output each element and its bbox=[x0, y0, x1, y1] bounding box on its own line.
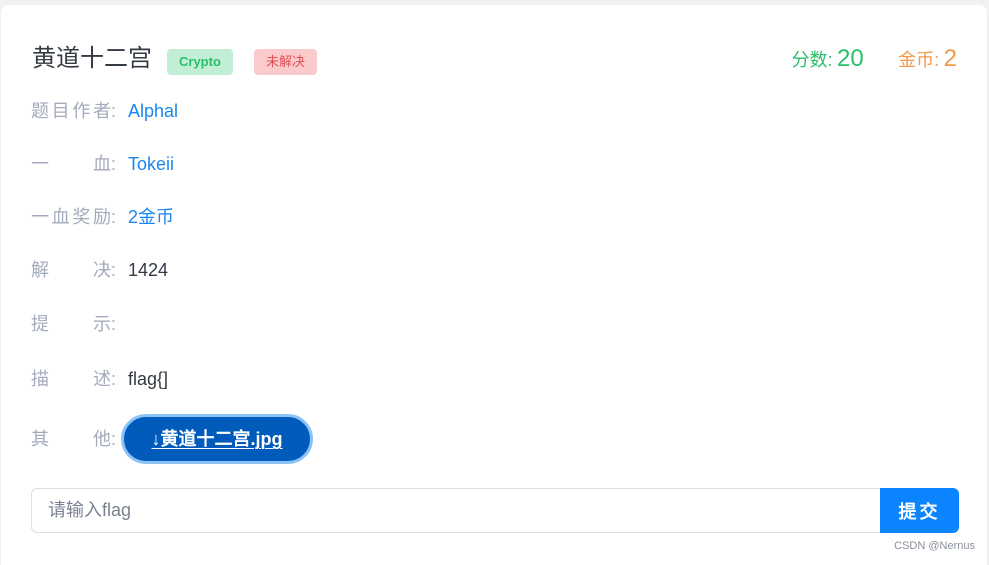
info-label: 描述 bbox=[31, 369, 111, 389]
challenge-card: 黄道十二宫 Crypto 未解决 分数: 20 金币: 2 bbox=[1, 5, 987, 565]
category-tag: Crypto bbox=[167, 49, 233, 75]
points-value: 20 bbox=[837, 45, 864, 72]
challenge-title: 黄道十二宫 bbox=[32, 45, 152, 72]
description-value: flag{] bbox=[128, 369, 169, 389]
info-row-first-blood-reward: 一血奖励: 2金币 bbox=[31, 205, 174, 229]
info-label: 提示 bbox=[31, 314, 111, 334]
info-colon: : bbox=[111, 101, 117, 121]
info-colon: : bbox=[111, 154, 117, 174]
info-colon: : bbox=[111, 369, 117, 389]
info-label: 解决 bbox=[31, 260, 111, 280]
challenge-header: 黄道十二宫 Crypto 未解决 分数: 20 金币: 2 bbox=[32, 43, 957, 79]
flag-input[interactable] bbox=[31, 488, 881, 533]
info-row-other: 其他: bbox=[31, 427, 128, 451]
first-blood-reward-value: 2金币 bbox=[128, 207, 175, 227]
coins-label: 金币: bbox=[898, 50, 940, 70]
download-label: ↓黄道十二宫.jpg bbox=[152, 429, 283, 449]
info-label: 一血 bbox=[31, 154, 111, 174]
info-row-solves: 解决: 1424 bbox=[31, 258, 168, 282]
watermark: CSDN @Nernus bbox=[894, 540, 975, 552]
info-label: 题目作者 bbox=[31, 101, 111, 121]
info-label: 其他 bbox=[31, 429, 111, 449]
info-row-hint: 提示: bbox=[31, 312, 128, 336]
info-row-first-blood: 一血: Tokeii bbox=[31, 152, 174, 176]
author-link[interactable]: Alphal bbox=[128, 101, 178, 121]
coins-display: 金币: 2 bbox=[898, 45, 957, 72]
first-blood-link[interactable]: Tokeii bbox=[128, 154, 174, 174]
info-row-description: 描述: flag{] bbox=[31, 367, 168, 391]
score-panel: 分数: 20 金币: 2 bbox=[792, 43, 957, 75]
points-display: 分数: 20 bbox=[791, 45, 869, 72]
coins-value: 2 bbox=[943, 45, 957, 72]
points-label: 分数: bbox=[791, 50, 833, 70]
solves-value: 1424 bbox=[128, 260, 169, 280]
info-colon: : bbox=[111, 429, 117, 449]
info-label: 一血奖励 bbox=[31, 207, 111, 227]
info-colon: : bbox=[111, 207, 117, 227]
info-row-author: 题目作者: Alphal bbox=[31, 99, 178, 123]
status-badge: 未解决 bbox=[254, 49, 318, 75]
download-attachment-button[interactable]: ↓黄道十二宫.jpg bbox=[121, 414, 313, 464]
info-colon: : bbox=[111, 314, 117, 334]
info-colon: : bbox=[111, 260, 117, 280]
submit-button[interactable]: 提交 bbox=[880, 488, 959, 533]
download-arrow-icon: ↓ bbox=[151, 429, 161, 449]
attachment-filename: 黄道十二宫.jpg bbox=[160, 429, 283, 449]
